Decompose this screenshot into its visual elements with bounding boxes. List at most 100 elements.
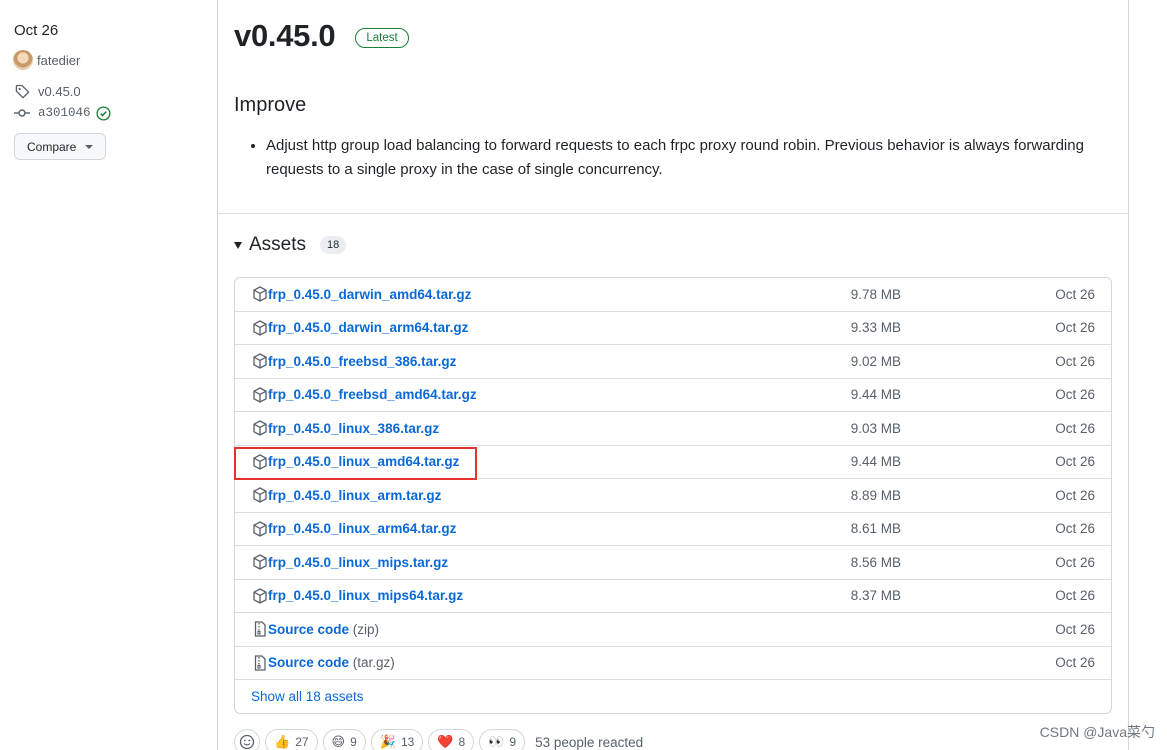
asset-date: Oct 26 (1055, 655, 1095, 671)
release-panel: v0.45.0 Latest Improve Adjust http group… (217, 0, 1129, 750)
package-icon (253, 520, 267, 537)
reaction-count: 27 (295, 735, 309, 749)
asset-download-link[interactable]: frp_0.45.0_darwin_amd64.tar.gz (268, 287, 471, 302)
assets-toggle[interactable]: Assets 18 (234, 234, 347, 256)
tag-row[interactable]: v0.45.0 (14, 80, 204, 102)
asset-row: frp_0.45.0_linux_mips64.tar.gz 8.37 MB O… (235, 580, 1111, 613)
reaction-count: 13 (400, 735, 415, 749)
package-icon (253, 487, 267, 503)
asset-date: Oct 26 (1055, 286, 1095, 302)
asset-row: frp_0.45.0_linux_mips.tar.gz 8.56 MB Oct… (235, 546, 1111, 580)
asset-size: 9.44 MB (850, 387, 901, 403)
asset-download-link[interactable]: frp_0.45.0_linux_amd64.tar.gz (268, 454, 459, 469)
asset-download-link[interactable]: frp_0.45.0_darwin_arm64.tar.gz (268, 320, 468, 335)
asset-row: frp_0.45.0_linux_386.tar.gz 9.03 MB Oct … (235, 412, 1111, 446)
package-icon (253, 286, 267, 302)
reactions-summary: 53 people reacted (535, 734, 644, 750)
source-code-row: Source code (zip) Oct 26 (235, 613, 1111, 647)
asset-date: Oct 26 (1055, 487, 1095, 503)
reaction-heart[interactable]: ❤️ 8 (428, 729, 475, 750)
assets-list: frp_0.45.0_darwin_amd64.tar.gz 9.78 MB O… (234, 277, 1112, 714)
asset-row: frp_0.45.0_freebsd_amd64.tar.gz 9.44 MB … (235, 379, 1111, 412)
source-code-targz-link[interactable]: Source code (tar.gz) (268, 655, 395, 670)
asset-row: frp_0.45.0_freebsd_386.tar.gz 9.02 MB Oc… (235, 345, 1111, 379)
asset-row: frp_0.45.0_darwin_amd64.tar.gz 9.78 MB O… (235, 278, 1111, 312)
commit-link[interactable]: a301046 (38, 106, 91, 120)
release-note-item: Adjust http group load balancing to forw… (266, 134, 1096, 182)
release-sidebar: Oct 26 fatedier v0.45.0 a301046 Compare (13, 22, 204, 160)
package-icon (253, 587, 267, 604)
asset-size: 9.03 MB (850, 420, 901, 436)
asset-download-link[interactable]: frp_0.45.0_linux_arm64.tar.gz (268, 521, 456, 536)
asset-date: Oct 26 (1055, 554, 1095, 570)
reaction-count: 8 (458, 735, 466, 749)
package-icon (253, 319, 267, 336)
asset-size: 9.02 MB (850, 353, 901, 369)
divider (218, 213, 1128, 214)
package-icon (253, 386, 267, 403)
release-header: v0.45.0 Latest (234, 18, 409, 54)
avatar[interactable] (13, 50, 33, 70)
heart-icon: ❤️ (437, 734, 454, 749)
compare-label: Compare (27, 139, 77, 154)
asset-date: Oct 26 (1055, 588, 1095, 604)
asset-download-link[interactable]: frp_0.45.0_freebsd_386.tar.gz (268, 354, 456, 369)
source-code-row: Source code (tar.gz) Oct 26 (235, 647, 1111, 680)
asset-date: Oct 26 (1055, 521, 1095, 537)
assets-count-badge: 18 (320, 236, 347, 254)
release-title[interactable]: v0.45.0 (234, 18, 336, 54)
eyes-icon: 👀 (488, 734, 505, 749)
chevron-down-icon (85, 144, 94, 149)
source-code-ext: (tar.gz) (352, 655, 395, 671)
hooray-icon: 🎉 (379, 734, 396, 749)
package-icon (253, 420, 267, 436)
verified-check-icon[interactable] (96, 105, 112, 121)
author-row[interactable]: fatedier (13, 49, 204, 71)
section-heading: Improve (234, 94, 307, 116)
add-reaction-button[interactable] (234, 729, 260, 750)
tag-link[interactable]: v0.45.0 (38, 84, 81, 99)
asset-row: frp_0.45.0_darwin_arm64.tar.gz 9.33 MB O… (235, 312, 1111, 345)
asset-size: 9.33 MB (850, 320, 901, 336)
reaction-thumbs-up[interactable]: 👍 27 (265, 729, 318, 750)
asset-download-link[interactable]: frp_0.45.0_freebsd_amd64.tar.gz (268, 387, 477, 402)
tag-icon (14, 83, 30, 99)
show-all-assets-link[interactable]: Show all 18 assets (235, 680, 1111, 713)
file-zip-icon (254, 654, 266, 671)
package-icon (253, 353, 267, 369)
asset-size: 8.37 MB (850, 588, 901, 604)
asset-date: Oct 26 (1055, 454, 1095, 470)
asset-download-link[interactable]: frp_0.45.0_linux_mips64.tar.gz (268, 588, 463, 603)
reactions-bar: 👍 27 😄 9 🎉 13 ❤️ 8 👀 9 53 people reacted (234, 729, 643, 750)
assets-title: Assets (249, 234, 307, 255)
asset-download-link[interactable]: frp_0.45.0_linux_mips.tar.gz (268, 555, 448, 570)
reaction-eyes[interactable]: 👀 9 (479, 729, 526, 750)
asset-download-link[interactable]: frp_0.45.0_linux_arm.tar.gz (268, 488, 441, 503)
watermark: CSDN @Java菜勺 (1039, 724, 1155, 740)
asset-row: frp_0.45.0_linux_arm.tar.gz 8.89 MB Oct … (235, 479, 1111, 513)
asset-size: 9.78 MB (850, 286, 901, 302)
thumbs-up-icon: 👍 (274, 734, 291, 749)
asset-size: 8.61 MB (850, 521, 901, 537)
asset-date: Oct 26 (1055, 621, 1095, 637)
asset-date: Oct 26 (1055, 420, 1095, 436)
asset-size: 8.89 MB (850, 487, 901, 503)
smiley-icon (239, 734, 255, 750)
laugh-icon: 😄 (331, 734, 346, 749)
commit-icon (14, 105, 30, 121)
source-code-label: Source code (268, 655, 350, 671)
compare-button[interactable]: Compare (14, 133, 107, 160)
reaction-count: 9 (509, 735, 517, 749)
release-date: Oct 26 (14, 22, 59, 39)
reaction-laugh[interactable]: 😄 9 (322, 729, 366, 750)
package-icon (253, 453, 267, 470)
reaction-hooray[interactable]: 🎉 13 (370, 729, 424, 750)
asset-download-link[interactable]: frp_0.45.0_linux_386.tar.gz (268, 421, 439, 436)
asset-row-highlighted: frp_0.45.0_linux_amd64.tar.gz 9.44 MB Oc… (235, 446, 1111, 479)
reaction-count: 9 (350, 735, 357, 749)
release-notes: Adjust http group load balancing to forw… (266, 134, 1096, 182)
author-link[interactable]: fatedier (37, 53, 80, 68)
caret-down-icon (234, 241, 242, 249)
commit-row[interactable]: a301046 (14, 102, 204, 124)
source-code-zip-link[interactable]: Source code (zip) (268, 622, 379, 637)
